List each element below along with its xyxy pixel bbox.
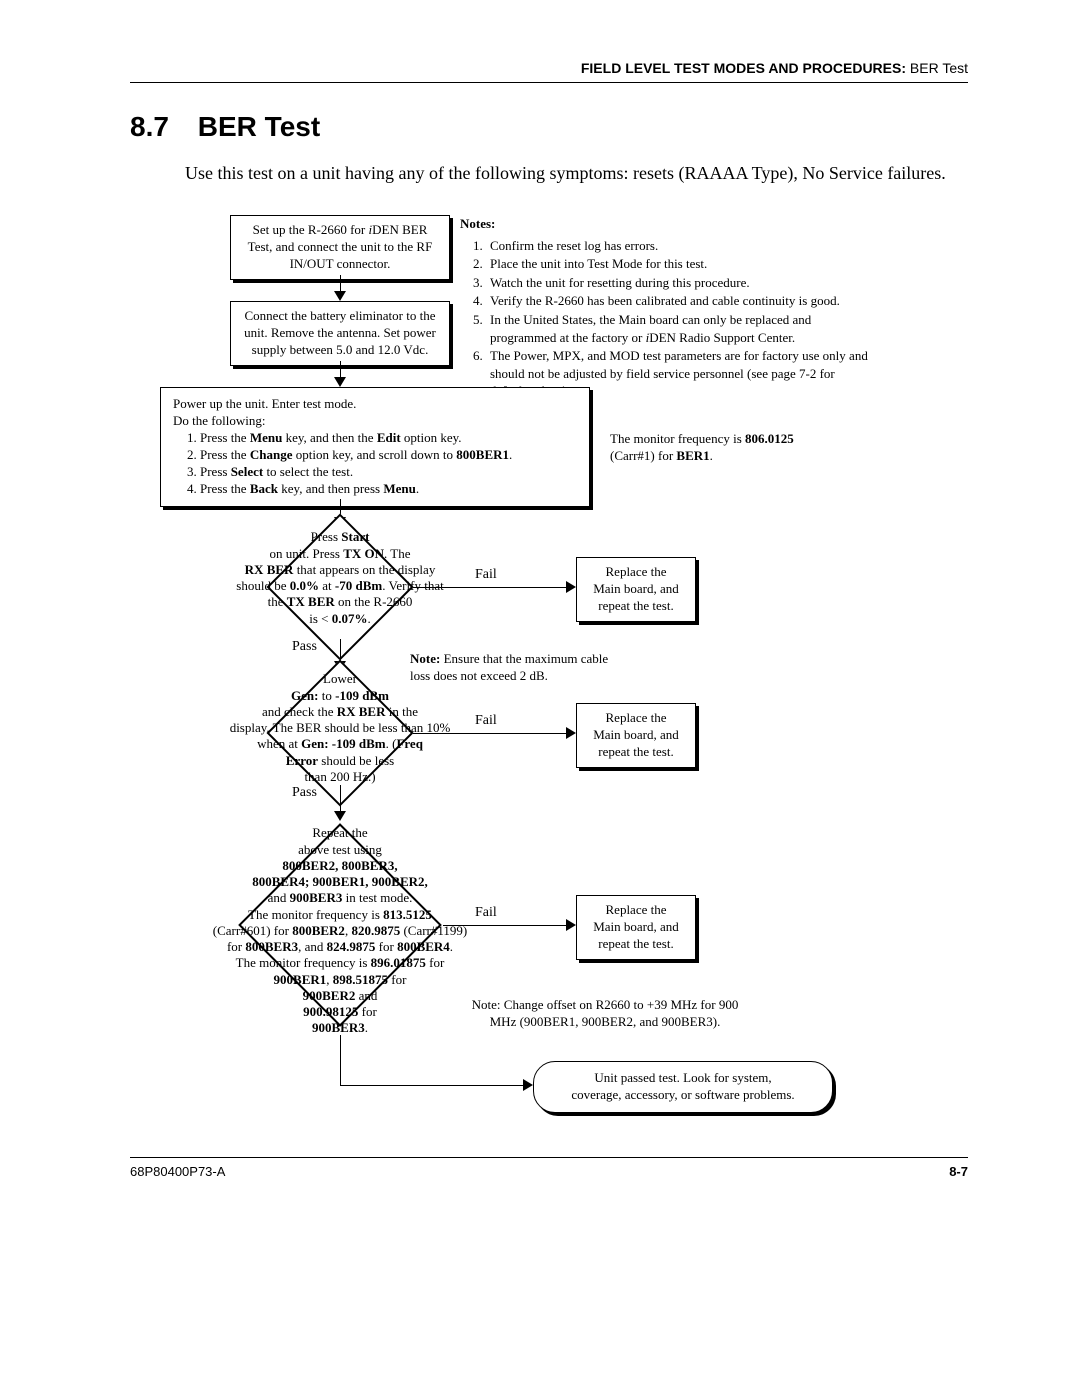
section-heading: 8.7 BER Test <box>130 111 968 143</box>
section-number: 8.7 <box>130 111 190 143</box>
fail-label-1: Fail <box>475 567 497 583</box>
terminal-pass: Unit passed test. Look for system, cover… <box>533 1061 833 1113</box>
decision-lower-gen-text: Lower Gen: to -109 dBm and check the RX … <box>218 671 462 785</box>
result-replace-3: Replace theMain board, andrepeat the tes… <box>576 895 696 960</box>
decision-start-tx-text: Press Start on unit. Press TX ON. The RX… <box>220 529 460 627</box>
decision-repeat-tests-text: Repeat the above test using 800BER2, 800… <box>185 825 495 1036</box>
header-bold: FIELD LEVEL TEST MODES AND PROCEDURES: <box>581 60 906 76</box>
process-enter-test-mode: Power up the unit. Enter test mode. Do t… <box>160 387 590 506</box>
header-tail: BER Test <box>906 60 968 76</box>
footer-doc: 68P80400P73-A <box>130 1164 225 1179</box>
fail-label-2: Fail <box>475 713 497 729</box>
note-1: Confirm the reset log has errors. <box>486 237 870 255</box>
result-replace-1: Replace theMain board, andrepeat the tes… <box>576 557 696 622</box>
pass-label-2: Pass <box>292 785 317 801</box>
flowchart: Notes: Confirm the reset log has errors.… <box>140 215 980 1145</box>
note-2: Place the unit into Test Mode for this t… <box>486 255 870 273</box>
pass-label-1: Pass <box>292 639 317 655</box>
result-replace-2: Replace theMain board, andrepeat the tes… <box>576 703 696 768</box>
footer-page: 8-7 <box>949 1164 968 1179</box>
page-footer: 68P80400P73-A 8-7 <box>130 1157 968 1179</box>
notes-title: Notes: <box>460 215 870 233</box>
note-5: In the United States, the Main board can… <box>486 311 870 346</box>
carrier-note: The monitor frequency is 806.0125 (Carr#… <box>610 431 794 465</box>
notes-block: Notes: Confirm the reset log has errors.… <box>460 215 870 400</box>
section-title: BER Test <box>198 111 320 142</box>
page-header: FIELD LEVEL TEST MODES AND PROCEDURES: B… <box>130 60 968 83</box>
note-3: Watch the unit for resetting during this… <box>486 274 870 292</box>
note-4: Verify the R-2660 has been calibrated an… <box>486 292 870 310</box>
process-setup-r2660: Set up the R-2660 for iDEN BER Test, and… <box>230 215 450 280</box>
process-connect-eliminator: Connect the battery eliminator to the un… <box>230 301 450 366</box>
section-intro: Use this test on a unit having any of th… <box>185 161 968 185</box>
